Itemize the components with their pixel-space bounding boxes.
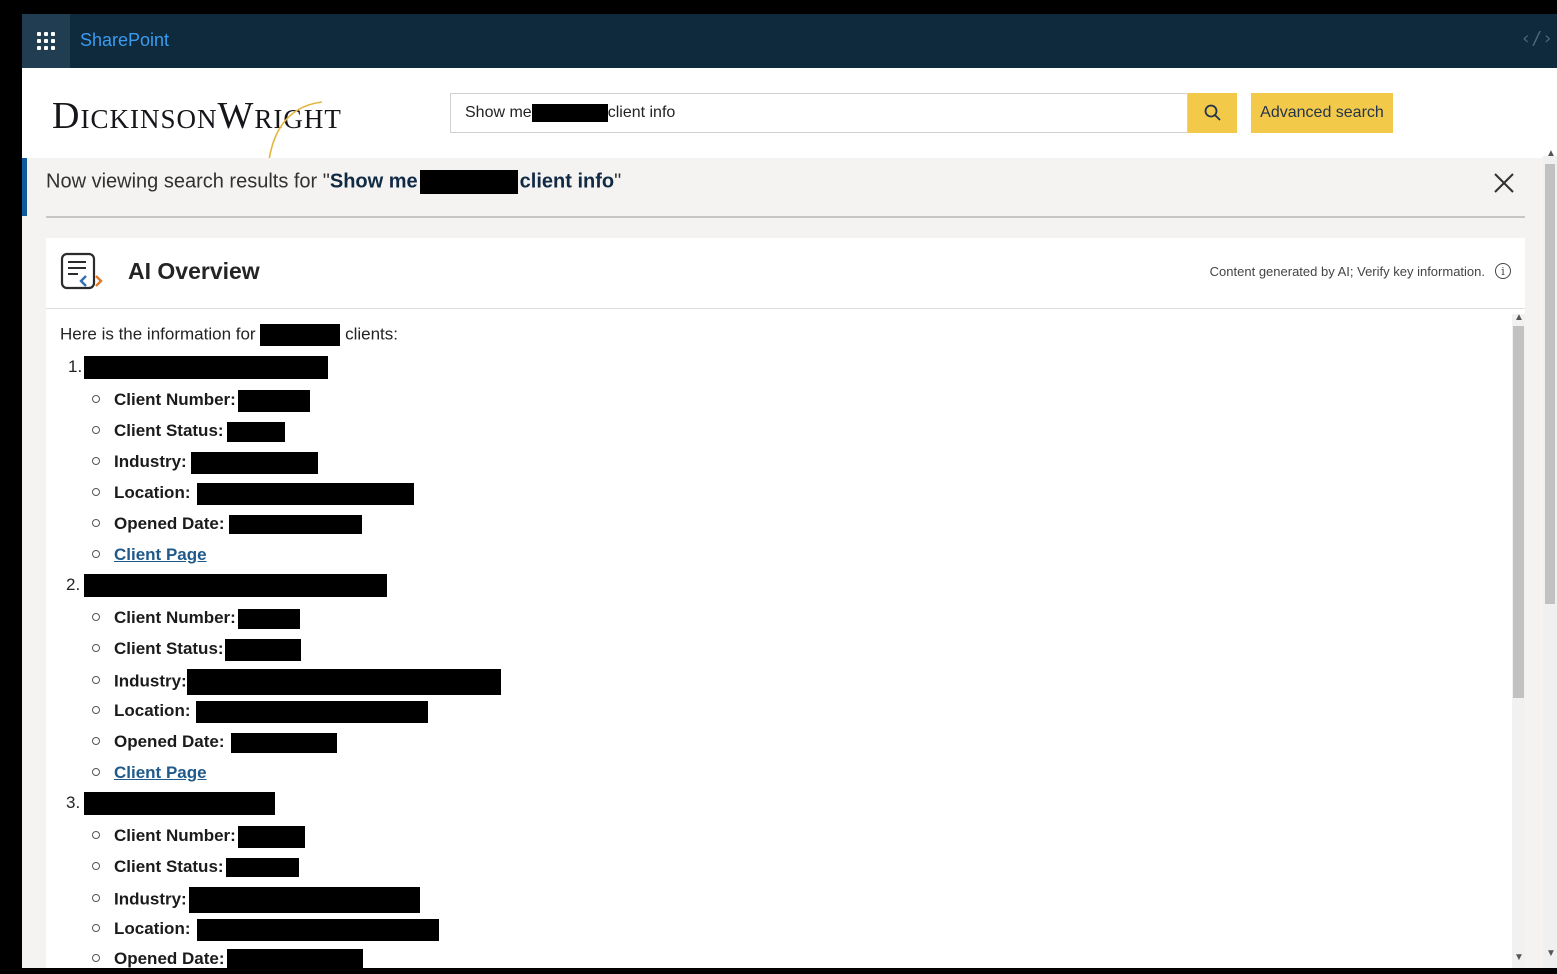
client-status-row: Client Status: (92, 638, 301, 661)
search-icon (1204, 104, 1221, 121)
client-number-row: Client Number: (92, 389, 310, 412)
info-icon[interactable]: i (1495, 263, 1511, 279)
client-number-row: Client Number: (92, 607, 300, 629)
search-input[interactable]: Show me client info (450, 93, 1188, 133)
ai-disclaimer: Content generated by AI; Verify key info… (1209, 264, 1485, 279)
opened-date-row: Opened Date: (92, 731, 337, 753)
client-number-row: Client Number: (92, 825, 305, 848)
client-list-item: 3. (66, 792, 276, 815)
industry-row: Industry: (92, 451, 318, 474)
app-launcher-button[interactable] (22, 14, 70, 68)
client-status-row: Client Status: (92, 856, 299, 878)
search-button[interactable] (1188, 93, 1237, 133)
close-icon (1494, 173, 1514, 193)
scroll-down-arrow-icon[interactable]: ▼ (1546, 948, 1556, 959)
divider (46, 216, 1525, 218)
advanced-search-button[interactable]: Advanced search (1251, 93, 1393, 133)
site-logo[interactable]: DICKINSONWRIGHT (52, 94, 342, 169)
ai-document-icon (60, 252, 103, 290)
suite-bar: SharePoint ‹/› (22, 14, 1557, 68)
client-page-row: Client Page (92, 762, 207, 784)
client-page-row: Client Page (92, 544, 207, 566)
page-scrollbar-thumb[interactable] (1545, 164, 1555, 604)
code-icon[interactable]: ‹/› (1520, 28, 1553, 49)
location-row: Location: (92, 918, 439, 941)
redacted-client-name (84, 574, 388, 597)
ai-overview-card: AI Overview Content generated by AI; Ver… (46, 238, 1525, 968)
overview-scrollbar-thumb[interactable] (1513, 326, 1524, 698)
client-list-item: 2. (66, 574, 388, 597)
redacted-block (260, 324, 341, 346)
site-header: DICKINSONWRIGHT Show me client info Adva… (22, 68, 1557, 169)
client-list-item: 1. (68, 356, 329, 379)
ai-overview-header: AI Overview Content generated by AI; Ver… (46, 238, 1525, 309)
client-page-link[interactable]: Client Page (114, 545, 207, 564)
location-row: Location: (92, 700, 428, 723)
overview-scroll-up-icon[interactable]: ▲ (1514, 312, 1524, 323)
industry-row: Industry: (92, 669, 501, 695)
close-results-button[interactable] (1492, 171, 1516, 200)
client-status-row: Client Status: (92, 420, 285, 442)
accent-bar (22, 158, 27, 216)
location-row: Location: (92, 482, 414, 505)
scroll-up-arrow-icon[interactable]: ▲ (1546, 148, 1556, 159)
redacted-block (419, 170, 518, 194)
overview-scroll-down-icon[interactable]: ▼ (1514, 952, 1524, 963)
waffle-icon (37, 32, 55, 50)
opened-date-row: Opened Date: (92, 948, 363, 968)
industry-row: Industry: (92, 887, 420, 913)
sharepoint-app-name[interactable]: SharePoint (80, 30, 169, 51)
intro-line: Here is the information for clients: (60, 324, 398, 346)
opened-date-row: Opened Date: (92, 513, 362, 535)
results-banner: Now viewing search results for "Show me c… (46, 170, 622, 194)
redacted-client-name (84, 792, 276, 815)
ai-overview-title: AI Overview (128, 258, 260, 284)
browser-viewport: SharePoint ‹/› DICKINSONWRIGHT Show me c… (22, 14, 1557, 968)
client-page-link[interactable]: Client Page (114, 763, 207, 782)
redacted-block (531, 104, 608, 122)
ai-overview-body: Here is the information for clients: 1. … (60, 324, 501, 968)
redacted-client-name (84, 356, 329, 379)
